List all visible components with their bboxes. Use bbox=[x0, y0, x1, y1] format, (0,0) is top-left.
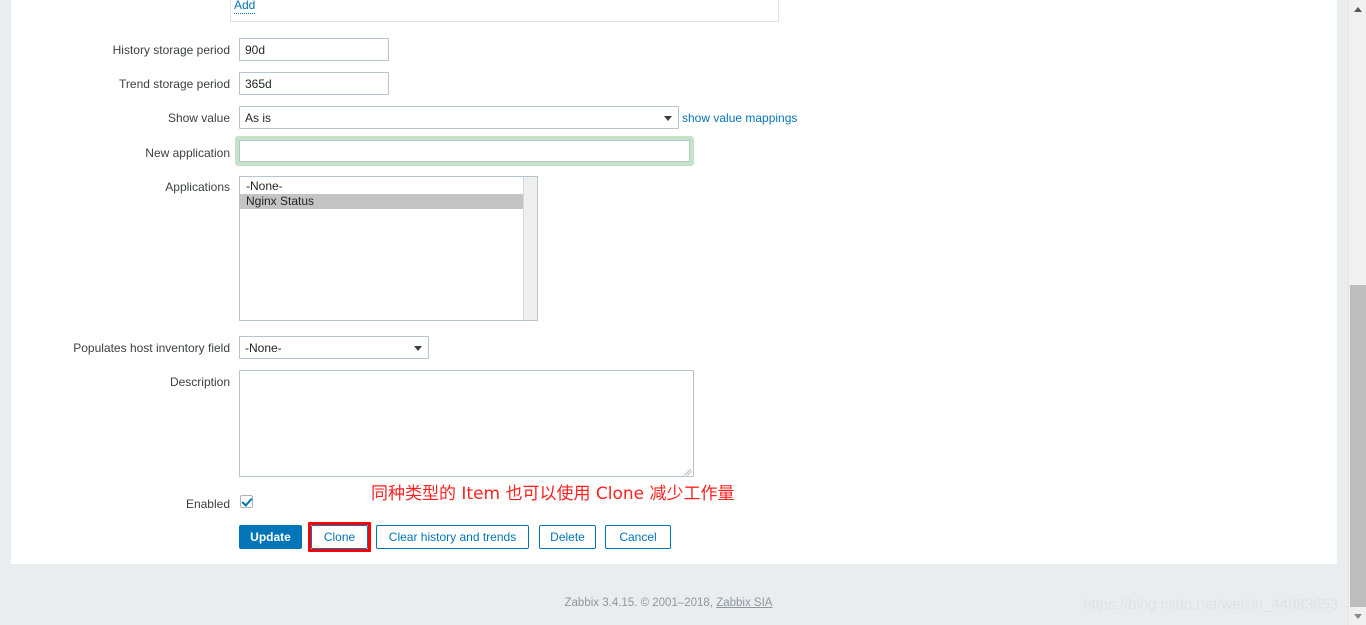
scrollbar-thumb[interactable] bbox=[1350, 285, 1366, 607]
list-item[interactable]: -None- bbox=[240, 179, 523, 194]
show-value-select[interactable]: As is bbox=[239, 106, 679, 129]
applications-listbox-scrollbar[interactable] bbox=[523, 177, 537, 320]
show-value-mappings-link[interactable]: show value mappings bbox=[682, 111, 797, 125]
history-storage-period-input[interactable] bbox=[239, 38, 389, 61]
enabled-label: Enabled bbox=[185, 497, 230, 511]
add-link-container bbox=[230, 0, 779, 22]
trend-storage-period-label: Trend storage period bbox=[119, 77, 230, 91]
scroll-up-arrow-icon[interactable] bbox=[1349, 0, 1366, 18]
add-link[interactable]: Add bbox=[234, 0, 256, 14]
browser-scrollbar[interactable] bbox=[1348, 0, 1366, 625]
list-item[interactable]: Nginx Status bbox=[240, 194, 523, 209]
trend-storage-period-input[interactable] bbox=[239, 72, 389, 95]
delete-button[interactable]: Delete bbox=[539, 525, 596, 549]
scroll-down-arrow-icon[interactable] bbox=[1349, 607, 1366, 625]
applications-listbox-options: -None- Nginx Status bbox=[240, 177, 523, 320]
chevron-down-icon bbox=[414, 343, 423, 352]
show-value-label: Show value bbox=[167, 111, 230, 125]
chevron-down-icon bbox=[664, 113, 673, 122]
page-root: Add History storage period Trend storage… bbox=[0, 0, 1366, 625]
cancel-button[interactable]: Cancel bbox=[605, 525, 671, 549]
history-storage-period-label: History storage period bbox=[112, 43, 230, 57]
new-application-input[interactable] bbox=[239, 140, 690, 162]
update-button[interactable]: Update bbox=[239, 525, 302, 549]
annotation-text: 同种类型的 Item 也可以使用 Clone 减少工作量 bbox=[371, 484, 735, 504]
watermark: https://blog.csdn.net/weixin_44983653 bbox=[1083, 596, 1339, 613]
new-application-label: New application bbox=[145, 146, 230, 160]
populates-host-inventory-field-label: Populates host inventory field bbox=[73, 341, 230, 355]
populates-host-inventory-field-select[interactable]: -None- bbox=[239, 336, 429, 359]
clear-history-and-trends-button[interactable]: Clear history and trends bbox=[376, 525, 529, 549]
show-value-selected: As is bbox=[245, 110, 272, 125]
description-textarea[interactable] bbox=[239, 370, 694, 477]
footer-copyright: Zabbix 3.4.15. © 2001–2018, bbox=[564, 597, 717, 609]
applications-label: Applications bbox=[165, 180, 230, 194]
content-panel: Add History storage period Trend storage… bbox=[11, 0, 1337, 564]
footer-zabbix-sia-link[interactable]: Zabbix SIA bbox=[716, 597, 772, 609]
enabled-checkbox[interactable] bbox=[240, 495, 253, 508]
populates-host-inventory-field-value: -None- bbox=[245, 340, 282, 355]
description-label: Description bbox=[169, 375, 230, 389]
applications-listbox[interactable]: -None- Nginx Status bbox=[239, 176, 538, 321]
clone-button[interactable]: Clone bbox=[311, 525, 368, 549]
